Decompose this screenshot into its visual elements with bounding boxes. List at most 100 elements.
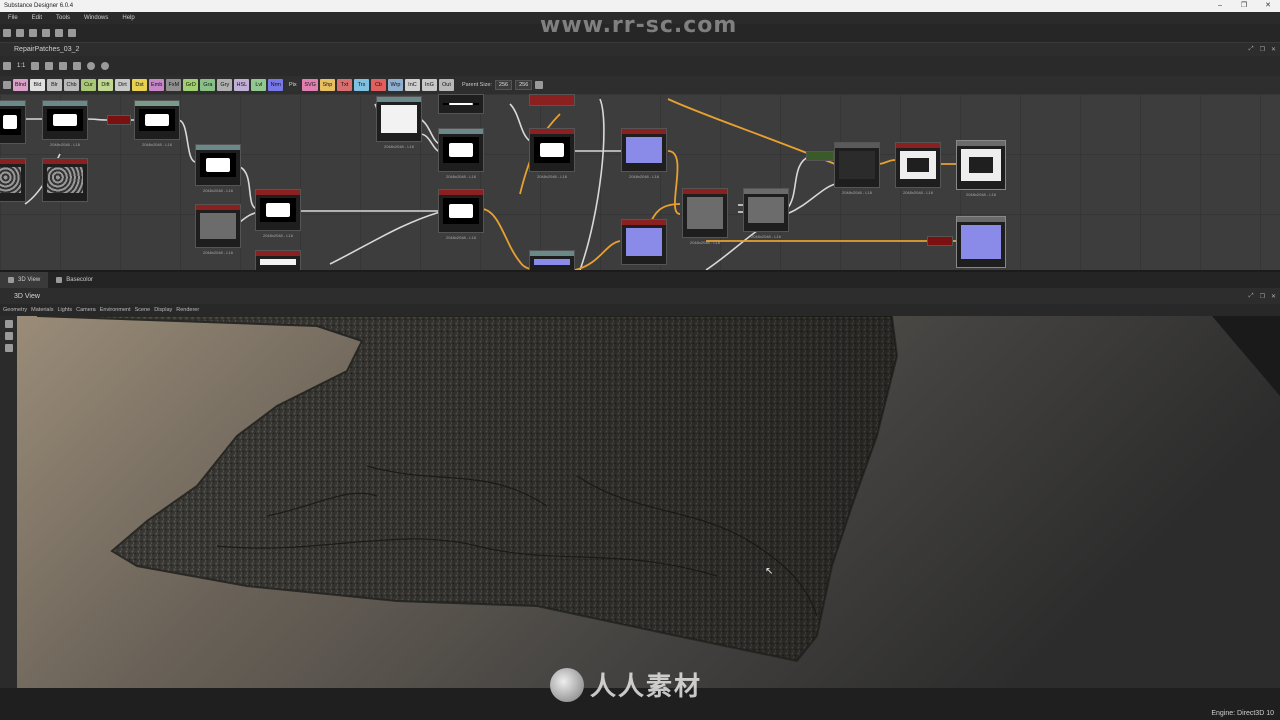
maximize-button[interactable]: ❐ (1232, 0, 1256, 12)
atom-button-txt[interactable]: Txt (336, 79, 352, 91)
undo-icon[interactable] (55, 29, 63, 37)
float-icon[interactable]: ❐ (1260, 46, 1265, 53)
atom-button-emb[interactable]: Emb (149, 79, 165, 91)
parent-size-height-dropdown[interactable]: 256 (515, 80, 533, 90)
graph-node[interactable]: 2048x2048 - L16 (376, 96, 422, 149)
atom-button-nrm[interactable]: Nrm (268, 79, 284, 91)
graph-node[interactable] (255, 250, 301, 270)
tab-3d-view[interactable]: 3D View (0, 272, 49, 288)
atom-button-pix[interactable]: Pix (285, 79, 301, 91)
camera-tool-icon[interactable] (4, 332, 13, 340)
view-menu-display[interactable]: Display (154, 307, 172, 313)
atom-button-ing[interactable]: InG (421, 79, 437, 91)
atom-button-dift[interactable]: Dift (98, 79, 114, 91)
graph-node[interactable]: 2048x2048 - L16 (743, 188, 789, 239)
atom-button-blnd[interactable]: Blnd (13, 79, 29, 91)
zoom-1-1-button[interactable]: 1:1 (17, 63, 25, 69)
view-menu-environment[interactable]: Environment (100, 307, 131, 313)
graph-node[interactable] (107, 115, 131, 125)
view-menu-geometry[interactable]: Geometry (3, 307, 27, 313)
atom-button-lvl[interactable]: Lvl (251, 79, 267, 91)
grid-icon[interactable] (3, 81, 11, 89)
atom-button-hsl[interactable]: HSL (234, 79, 250, 91)
close-button[interactable]: ✕ (1256, 0, 1280, 12)
menu-help[interactable]: Help (122, 15, 134, 21)
select-tool-icon[interactable] (4, 320, 13, 328)
light-tool-icon[interactable] (4, 344, 13, 352)
align-icon[interactable] (59, 62, 68, 70)
graph-node[interactable]: 2048x2048 - L16 (895, 142, 941, 195)
atom-button-inc[interactable]: InC (404, 79, 420, 91)
atom-button-cur[interactable]: Cur (81, 79, 97, 91)
graph-node[interactable]: 2048x2048 - L16 (682, 188, 728, 245)
tab-basecolor[interactable]: Basecolor (48, 272, 101, 288)
bake-icon[interactable] (87, 62, 96, 70)
atom-button-dst[interactable]: Dst (132, 79, 148, 91)
info-icon[interactable] (31, 62, 40, 70)
graph-node[interactable] (956, 216, 1006, 268)
atom-button-blr[interactable]: Blr (47, 79, 63, 91)
view-menu-camera[interactable]: Camera (76, 307, 96, 313)
atom-button-svg[interactable]: SVG (302, 79, 318, 91)
graph-node[interactable] (438, 94, 484, 114)
menu-edit[interactable]: Edit (32, 15, 42, 21)
atom-button-wrp[interactable]: Wrp (387, 79, 403, 91)
node-graph-canvas[interactable]: 2048x2048 - L16 2048x2048 - L16 2048x204… (0, 94, 1280, 270)
graph-node[interactable]: 2048x2048 - L16 (438, 189, 484, 240)
graph-node[interactable]: 2048x2048 - L16 (834, 142, 880, 195)
atom-button-shp[interactable]: Shp (319, 79, 335, 91)
graph-node[interactable]: 2048x2048 - L16 (134, 100, 180, 147)
frame-all-icon[interactable] (3, 62, 11, 70)
atom-button-fxm[interactable]: FxM (166, 79, 182, 91)
save-all-icon[interactable] (42, 29, 50, 37)
graph-node[interactable]: 2048x2048 - L16 (621, 128, 667, 179)
atom-button-gra[interactable]: Gra (200, 79, 216, 91)
graph-node[interactable] (42, 158, 88, 202)
reset-icon[interactable] (535, 81, 544, 89)
atom-button-dirt[interactable]: Dirt (115, 79, 131, 91)
new-package-icon[interactable] (3, 29, 11, 37)
3d-viewport[interactable]: ↖ (17, 316, 1280, 688)
save-icon[interactable] (29, 29, 37, 37)
view-menu-renderer[interactable]: Renderer (176, 307, 199, 313)
close-icon[interactable]: ✕ (1271, 46, 1276, 53)
search-icon[interactable] (45, 62, 54, 70)
parent-size-width-dropdown[interactable]: 256 (494, 80, 513, 90)
graph-node[interactable] (621, 219, 667, 265)
view-menu-materials[interactable]: Materials (31, 307, 53, 313)
redo-icon[interactable] (68, 29, 76, 37)
graph-node[interactable]: 2048x2048 - L16 (42, 100, 88, 147)
graph-node[interactable]: 2048x2048 - L16 (195, 144, 241, 193)
graph-node[interactable]: 2048x2048 - L16 (529, 128, 575, 179)
atom-button-bld[interactable]: Bld (30, 79, 46, 91)
graph-node[interactable] (806, 151, 834, 161)
open-icon[interactable] (16, 29, 24, 37)
expand-icon[interactable]: ⤢ (1249, 293, 1254, 300)
graph-node[interactable]: 2048x2048 - L16 (438, 128, 484, 179)
expand-icon[interactable]: ⤢ (1249, 46, 1254, 53)
view-menu-lights[interactable]: Lights (57, 307, 72, 313)
atom-button-cb[interactable]: Cb (370, 79, 386, 91)
gear-icon[interactable] (101, 62, 110, 70)
menu-file[interactable]: File (8, 15, 18, 21)
graph-node[interactable] (529, 94, 575, 106)
atom-button-trs[interactable]: Trs (353, 79, 369, 91)
view-menu-scene[interactable]: Scene (135, 307, 151, 313)
graph-node[interactable] (0, 158, 26, 202)
graph-node[interactable] (529, 250, 575, 270)
graph-node[interactable] (0, 100, 26, 144)
atom-button-out[interactable]: Out (438, 79, 454, 91)
menu-tools[interactable]: Tools (56, 15, 70, 21)
menu-windows[interactable]: Windows (84, 15, 108, 21)
link-style-icon[interactable] (73, 62, 82, 70)
close-icon[interactable]: ✕ (1271, 293, 1276, 300)
graph-node[interactable]: 2048x2048 - L16 (956, 140, 1006, 197)
minimize-button[interactable]: – (1208, 0, 1232, 12)
atom-button-grd[interactable]: GrD (183, 79, 199, 91)
atom-button-chb[interactable]: Chb (64, 79, 80, 91)
graph-node[interactable]: 2048x2048 - L16 (255, 189, 301, 238)
atom-button-gry[interactable]: Gry (217, 79, 233, 91)
graph-node[interactable] (927, 236, 953, 246)
graph-node[interactable]: 2048x2048 - L16 (195, 204, 241, 255)
float-icon[interactable]: ❐ (1260, 293, 1265, 300)
